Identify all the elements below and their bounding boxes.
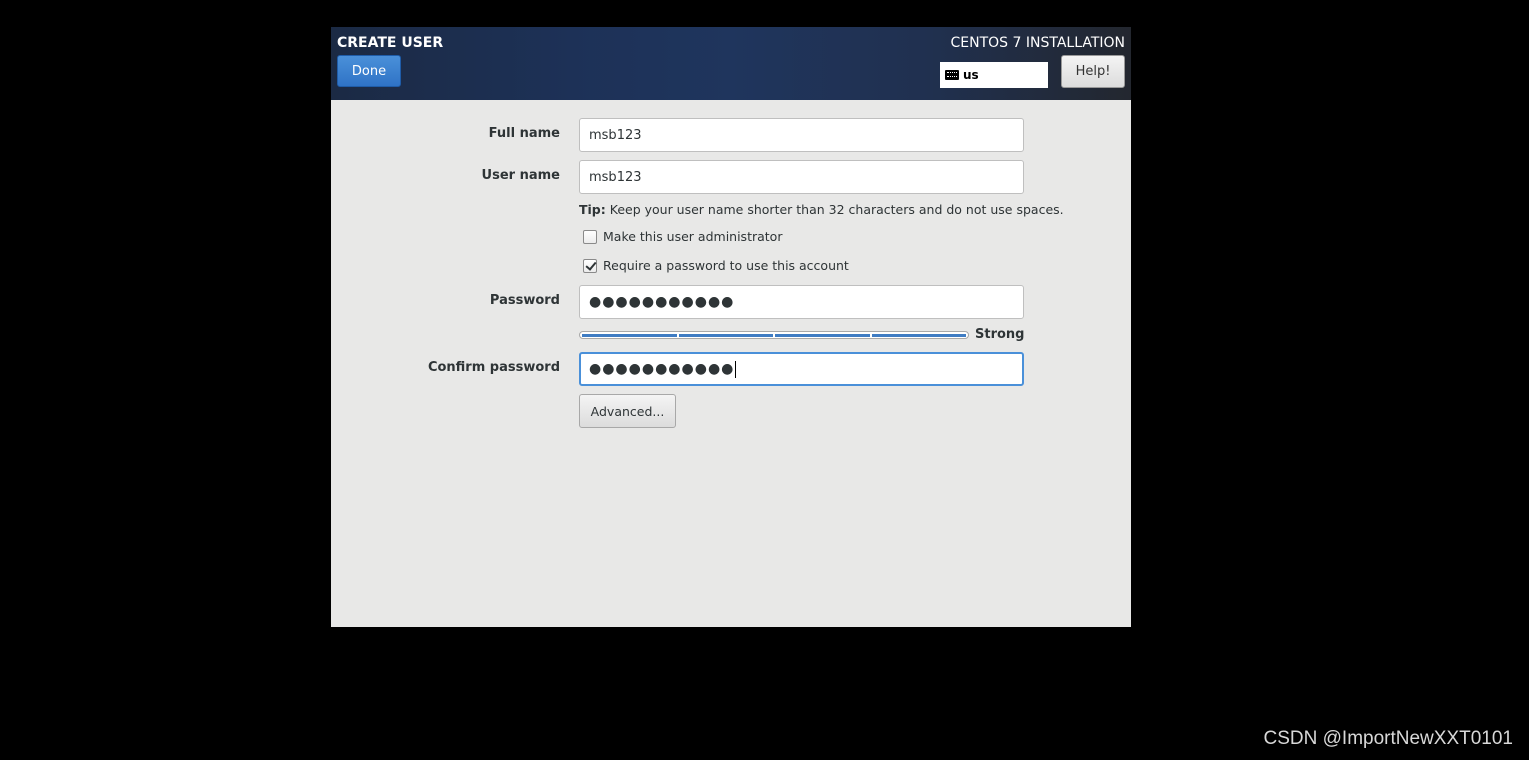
strength-segment [582, 334, 677, 337]
require-password-label: Require a password to use this account [603, 258, 849, 273]
user-name-value: msb123 [589, 169, 642, 185]
full-name-value: msb123 [589, 127, 642, 143]
strength-segment [775, 334, 870, 337]
advanced-button[interactable]: Advanced... [579, 394, 676, 428]
tip-prefix: Tip: [579, 202, 606, 217]
username-tip: Tip: Keep your user name shorter than 32… [579, 202, 1064, 217]
confirm-password-label: Confirm password [427, 360, 560, 375]
user-name-input[interactable]: msb123 [579, 160, 1024, 194]
user-name-label: User name [481, 168, 560, 183]
password-value: ●●●●●●●●●●● [589, 294, 735, 310]
admin-checkbox[interactable]: Make this user administrator [583, 229, 782, 244]
tip-text: Keep your user name shorter than 32 char… [605, 202, 1064, 217]
confirm-password-input[interactable]: ●●●●●●●●●●● [579, 352, 1024, 386]
page-title: CREATE USER [337, 35, 444, 51]
watermark: CSDN @ImportNewXXT0101 [1263, 728, 1513, 749]
keyboard-layout-label: us [963, 68, 979, 82]
password-strength-label: Strong [975, 327, 1025, 342]
password-strength-meter [579, 331, 969, 339]
checkbox-checked-icon[interactable] [583, 258, 597, 273]
confirm-password-value: ●●●●●●●●●●● [589, 361, 735, 377]
strength-segment [678, 334, 773, 337]
done-button[interactable]: Done [337, 55, 401, 87]
create-user-window: CREATE USER Done CENTOS 7 INSTALLATION u… [331, 27, 1131, 627]
password-input[interactable]: ●●●●●●●●●●● [579, 285, 1024, 319]
keyboard-icon [945, 70, 959, 80]
require-password-checkbox[interactable]: Require a password to use this account [583, 258, 849, 273]
admin-checkbox-label: Make this user administrator [603, 229, 783, 244]
strength-segment [871, 334, 966, 337]
password-label: Password [489, 293, 560, 308]
keyboard-layout-indicator[interactable]: us [940, 62, 1048, 88]
full-name-input[interactable]: msb123 [579, 118, 1024, 152]
header-bar: CREATE USER Done CENTOS 7 INSTALLATION u… [331, 27, 1131, 100]
product-title: CENTOS 7 INSTALLATION [950, 35, 1125, 51]
full-name-label: Full name [488, 126, 560, 141]
help-button[interactable]: Help! [1061, 55, 1125, 88]
checkbox-unchecked-icon[interactable] [583, 229, 597, 244]
text-caret [735, 360, 737, 378]
